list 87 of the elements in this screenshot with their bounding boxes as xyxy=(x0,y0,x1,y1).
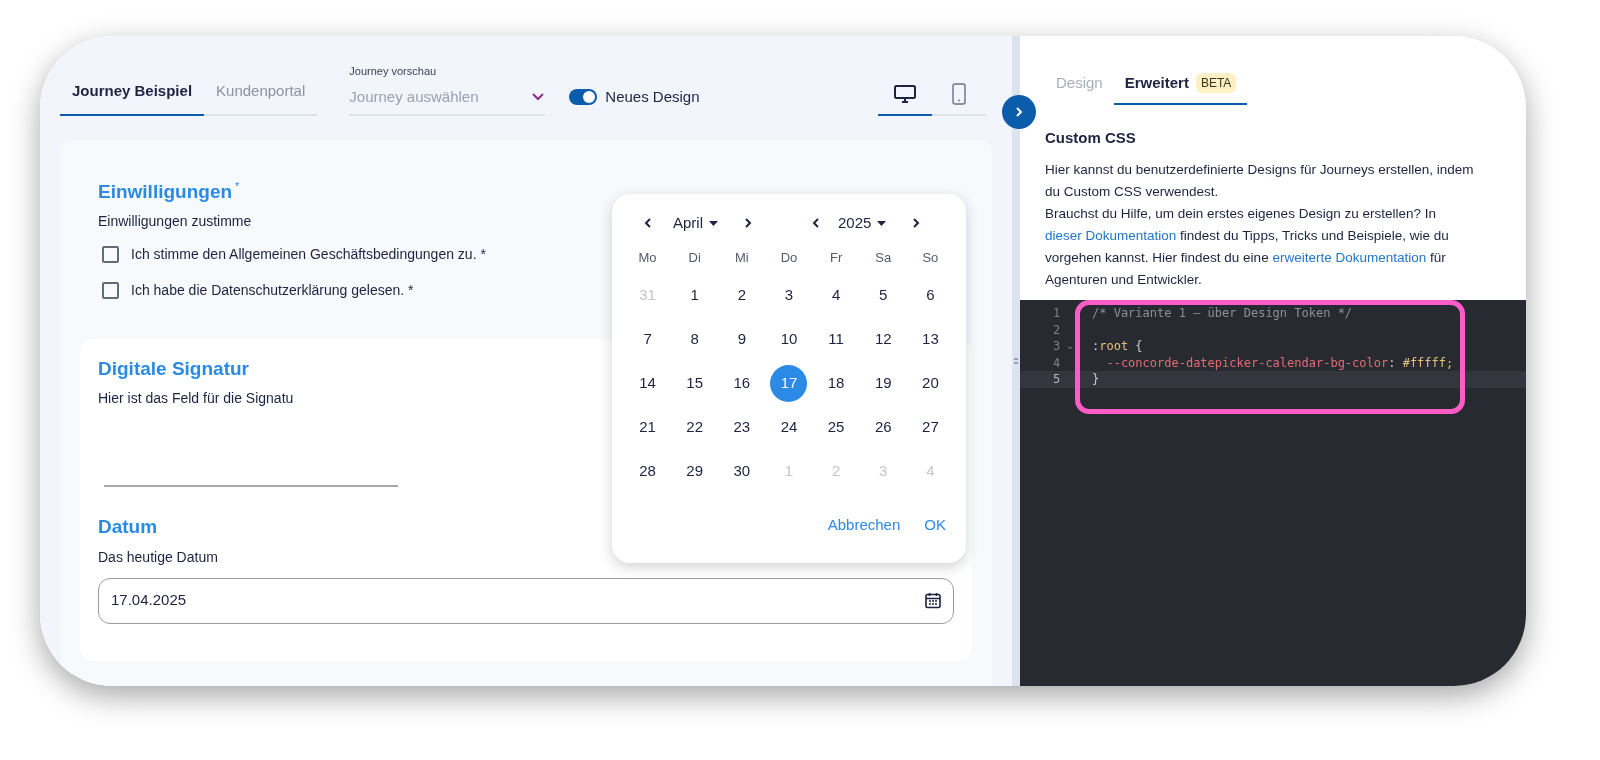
calendar-day[interactable]: 9 xyxy=(723,321,761,358)
settings-tab[interactable]: Erweitert BETA xyxy=(1113,72,1248,105)
weekday-label: Mo xyxy=(638,249,657,267)
calendar-day[interactable]: 11 xyxy=(817,321,855,358)
calendar-day[interactable]: 2 xyxy=(723,277,761,314)
chevron-down-icon xyxy=(531,92,546,102)
checkbox[interactable] xyxy=(102,245,119,263)
doc-link[interactable]: dieser Dokumentation xyxy=(1045,228,1177,243)
code-text: :root { xyxy=(1092,338,1143,356)
calendar-day[interactable]: 22 xyxy=(676,409,714,446)
toggle-switch[interactable] xyxy=(569,88,598,105)
calendar-day[interactable]: 4 xyxy=(817,277,855,314)
weekday-label: Fr xyxy=(830,249,843,267)
calendar-day[interactable]: 24 xyxy=(770,409,808,446)
calendar-day[interactable]: 30 xyxy=(723,453,761,490)
section-title: Digitale Signatur xyxy=(98,356,249,381)
weekday-label: Di xyxy=(688,249,701,267)
calendar-day[interactable]: 13 xyxy=(911,321,949,358)
calendar-day[interactable]: 21 xyxy=(629,409,667,446)
code-text: } xyxy=(1092,371,1100,389)
calendar-day[interactable]: 12 xyxy=(864,321,902,358)
line-number: 1 xyxy=(1053,305,1062,323)
code-text: /* Variante 1 – über Design Token */ xyxy=(1092,305,1353,323)
checkbox[interactable] xyxy=(102,281,119,299)
calendar-day[interactable]: 27 xyxy=(911,409,949,446)
calendar-day[interactable]: 18 xyxy=(817,365,855,402)
chevron-right-icon xyxy=(1015,106,1023,118)
calendar-day[interactable]: 29 xyxy=(676,453,714,490)
section-title: Custom CSS xyxy=(1045,127,1137,148)
year-select[interactable]: 2025 xyxy=(838,211,887,235)
fold-marker[interactable]: ⌄ xyxy=(1066,341,1075,352)
section-description: Einwilligungen zustimme xyxy=(98,211,252,231)
weekday-label: Mi xyxy=(735,249,749,267)
beta-badge: BETA xyxy=(1195,73,1237,94)
calendar-icon[interactable] xyxy=(925,592,941,609)
chevron-right-icon[interactable] xyxy=(744,217,752,229)
calendar-day[interactable]: 3 xyxy=(770,277,808,314)
line-number: 5 xyxy=(1053,371,1062,389)
chevron-left-icon[interactable] xyxy=(644,217,652,229)
description-text: Brauchst du Hilfe, um dein erstes eigenes Design zu erstellen? In dieser Dokumentation findest du Tipps, Tricks und Beispiele, wie du vorgehen kannst. Hier findest du eine erweiterte Dokumentation für Agenturen und Entwickler. xyxy=(1045,205,1450,289)
calendar-day[interactable]: 6 xyxy=(911,277,949,314)
weekday-label: Do xyxy=(780,249,798,267)
weekday-label: So xyxy=(922,249,939,267)
code-text: --concorde-datepicker-calendar-bg-color: #fffff; xyxy=(1105,354,1454,372)
calendar-day[interactable]: 28 xyxy=(629,453,667,490)
calendar-day[interactable]: 26 xyxy=(864,409,902,446)
chevron-right-icon[interactable] xyxy=(912,217,921,229)
calendar-day[interactable]: 10 xyxy=(770,321,808,358)
toggle-label: Neues Design xyxy=(605,86,700,107)
doc-link[interactable]: erweiterte Dokumentation xyxy=(1272,250,1427,265)
checkbox-label: Ich stimme den Allgemeinen Geschäftsbedingungen zu. * xyxy=(131,244,486,264)
calendar-day[interactable]: 5 xyxy=(864,277,902,314)
calendar-day[interactable]: 14 xyxy=(629,365,667,402)
calendar-day[interactable]: 17 xyxy=(770,365,808,402)
caret-down-icon xyxy=(709,220,718,226)
desktop-icon xyxy=(894,85,916,103)
preview-tab[interactable]: Journey Beispiel xyxy=(60,77,205,116)
calendar-day[interactable]: 19 xyxy=(864,365,902,402)
line-number: 2 xyxy=(1053,321,1062,339)
calendar-day[interactable]: 20 xyxy=(911,365,949,402)
required-mark: * xyxy=(235,179,240,194)
description-text: Hier kannst du benutzerdefinierte Designs für Journeys erstellen, indem du Custom CSS verwendest. xyxy=(1045,161,1475,201)
calendar-day[interactable]: 16 xyxy=(723,365,761,402)
section-title: Datum xyxy=(98,515,158,539)
calendar-day[interactable]: 8 xyxy=(676,321,714,358)
drag-handle-icon[interactable] xyxy=(1014,357,1018,365)
calendar-day[interactable]: 15 xyxy=(676,365,714,402)
code-editor[interactable]: 1 /* Variante 1 – über Design Token */ 2 3 ⌄ :root { 4 --concorde-datepicker-calendar-bg-color: #fffff; 5 } xyxy=(1020,300,1526,686)
date-field[interactable]: 17.04.2025 xyxy=(98,577,954,624)
dialog-button[interactable]: Abbrechen xyxy=(827,513,901,536)
section-description: Hier ist das Feld für die Signatu xyxy=(98,389,294,408)
weekday-label: Sa xyxy=(875,249,892,267)
checkbox-label: Ich habe die Datenschutzerklärung gelesen. * xyxy=(131,280,414,300)
caret-down-icon xyxy=(877,220,887,226)
calendar-day[interactable]: 25 xyxy=(817,409,855,446)
section-title: Einwilligungen xyxy=(98,180,233,204)
chevron-left-icon[interactable] xyxy=(812,217,820,229)
line-number: 3 xyxy=(1053,338,1062,356)
section-description: Das heutige Datum xyxy=(98,547,218,567)
month-select[interactable]: April xyxy=(673,211,718,235)
line-number: 4 xyxy=(1053,354,1062,372)
calendar-day[interactable]: 7 xyxy=(629,321,667,358)
calendar-day[interactable]: 23 xyxy=(723,409,761,446)
mobile-phone-icon xyxy=(952,83,966,105)
field-label: Journey vorschau xyxy=(349,64,438,79)
dialog-button[interactable]: OK xyxy=(924,513,946,536)
calendar-day[interactable]: 1 xyxy=(676,277,714,314)
